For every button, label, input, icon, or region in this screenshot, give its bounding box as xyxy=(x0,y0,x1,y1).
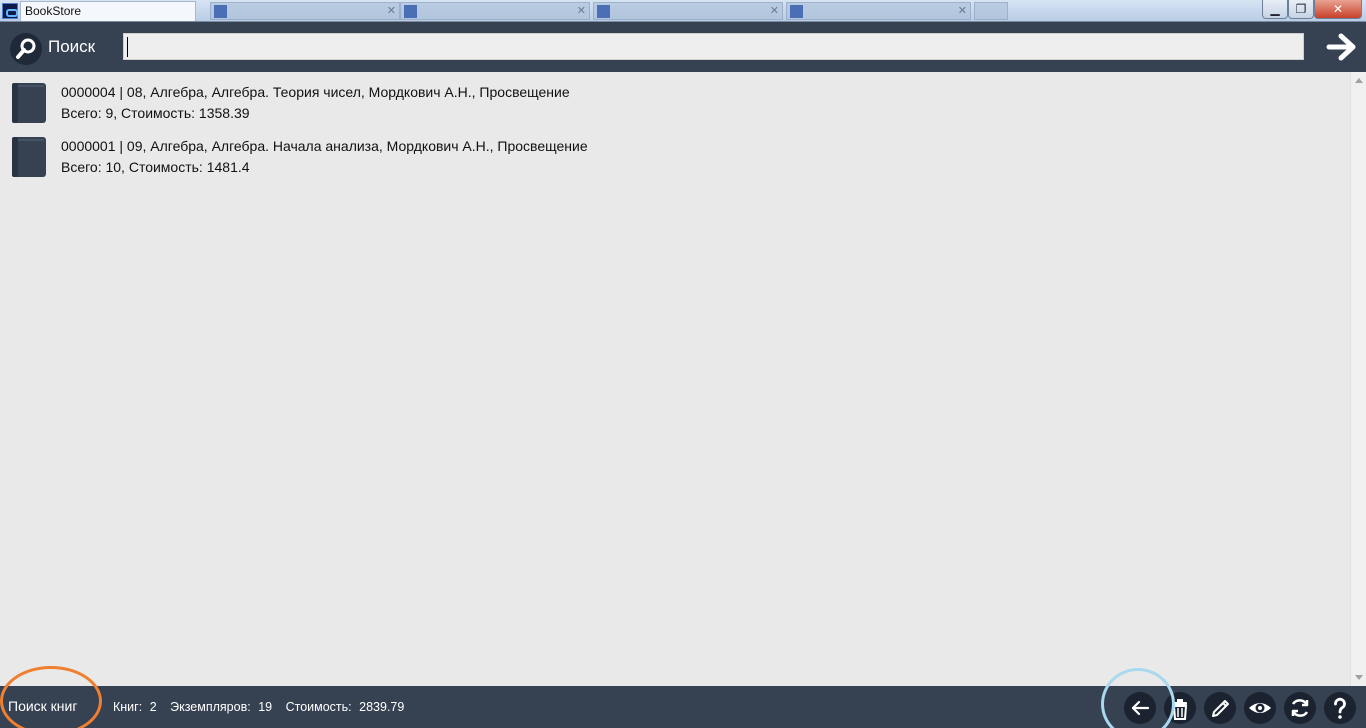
copies-count-value: 19 xyxy=(258,700,273,714)
text-cursor xyxy=(127,37,128,57)
window-icon xyxy=(404,5,417,18)
book-icon xyxy=(11,136,47,178)
search-icon[interactable] xyxy=(10,33,42,65)
search-bar: Поиск xyxy=(0,22,1366,72)
close-button[interactable]: ✕ xyxy=(1314,0,1362,19)
total-cost-label: Стоимость: xyxy=(285,700,352,714)
book-title-line: 0000004 | 08, Алгебра, Алгебра. Теория ч… xyxy=(61,84,570,100)
list-item[interactable]: 0000001 | 09, Алгебра, Алгебра. Начала а… xyxy=(0,126,1350,178)
close-icon[interactable]: ✕ xyxy=(387,4,396,17)
book-summary-line: Всего: 10, Стоимость: 1481.4 xyxy=(61,159,250,175)
vertical-scrollbar[interactable] xyxy=(1350,72,1366,686)
help-icon xyxy=(1334,697,1346,719)
close-icon[interactable]: ✕ xyxy=(577,4,586,17)
book-summary-line: Всего: 9, Стоимость: 1358.39 xyxy=(61,105,250,121)
maximize-button[interactable]: ❐ xyxy=(1288,0,1314,19)
stats-summary: Книг: 2 Экземпляров: 19 Стоимость: 2839.… xyxy=(113,700,408,714)
list-item[interactable]: 0000004 | 08, Алгебра, Алгебра. Теория ч… xyxy=(0,72,1350,124)
window-title-tab: BookStore xyxy=(20,1,196,21)
view-button[interactable] xyxy=(1244,692,1276,724)
books-count-value: 2 xyxy=(149,700,157,714)
edit-button[interactable] xyxy=(1204,692,1236,724)
taskbar-tab[interactable]: ✕ xyxy=(786,2,971,20)
minimize-button[interactable]: ▁ xyxy=(1262,0,1288,19)
help-button[interactable] xyxy=(1324,692,1356,724)
window-icon xyxy=(214,5,227,18)
app-icon xyxy=(2,3,18,19)
refresh-button[interactable] xyxy=(1284,692,1316,724)
window-icon xyxy=(597,5,610,18)
window-title: BookStore xyxy=(25,4,82,18)
book-list: 0000004 | 08, Алгебра, Алгебра. Теория ч… xyxy=(0,72,1350,686)
search-label: Поиск xyxy=(48,37,96,56)
scroll-down-icon[interactable] xyxy=(1355,675,1363,680)
search-input[interactable] xyxy=(123,33,1304,60)
scroll-up-icon[interactable] xyxy=(1355,78,1363,83)
window-icon xyxy=(790,5,803,18)
close-icon[interactable]: ✕ xyxy=(770,4,779,17)
book-title-line: 0000001 | 09, Алгебра, Алгебра. Начала а… xyxy=(61,138,588,154)
window-titlebar: BookStore ✕ ✕ ✕ ✕ ▁ ❐ ✕ xyxy=(0,0,1366,22)
eye-icon xyxy=(1249,703,1271,713)
refresh-icon xyxy=(1291,699,1309,717)
close-icon[interactable]: ✕ xyxy=(958,4,967,17)
pencil-icon xyxy=(1212,700,1229,717)
taskbar-tab[interactable]: ✕ xyxy=(400,2,590,20)
books-count-label: Книг: xyxy=(113,700,143,714)
taskbar-tab[interactable] xyxy=(974,2,1008,20)
arrow-right-icon[interactable] xyxy=(1326,32,1358,62)
taskbar-tab[interactable]: ✕ xyxy=(210,2,400,20)
total-cost-value: 2839.79 xyxy=(359,700,405,714)
taskbar-tab[interactable]: ✕ xyxy=(593,2,783,20)
book-icon xyxy=(11,82,47,124)
highlight-mode-label xyxy=(0,666,102,728)
copies-count-label: Экземпляров: xyxy=(170,700,251,714)
